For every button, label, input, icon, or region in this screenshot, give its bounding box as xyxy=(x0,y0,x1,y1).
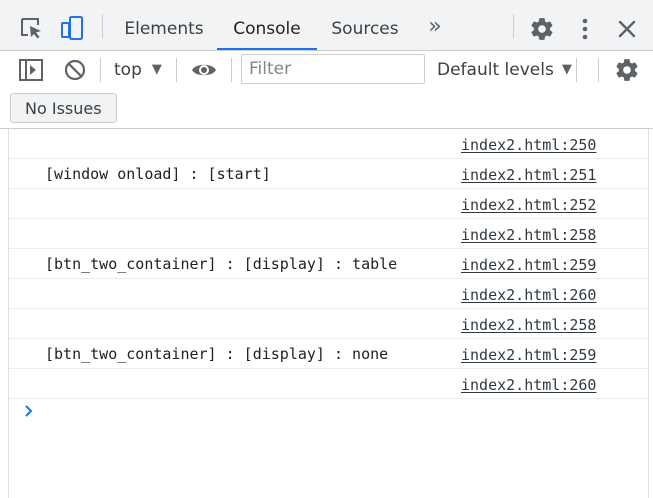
console-message: index2.html:258 xyxy=(9,309,648,339)
console-message: index2.html:258 xyxy=(9,219,648,249)
console-message-source-link[interactable]: index2.html:260 xyxy=(461,369,596,401)
console-prompt-chevron-icon[interactable] xyxy=(21,401,37,421)
close-icon[interactable] xyxy=(614,16,640,42)
console-message: index2.html:252 xyxy=(9,189,648,219)
device-toolbar-icon[interactable] xyxy=(58,14,86,42)
console-message-source-link[interactable]: index2.html:260 xyxy=(461,279,596,311)
console-message: index2.html:260 xyxy=(9,369,648,399)
more-tabs-icon[interactable]: » xyxy=(424,14,446,39)
console-message-source-link[interactable]: index2.html:251 xyxy=(461,159,596,191)
issues-bar: No Issues xyxy=(0,90,653,129)
inspect-element-icon[interactable] xyxy=(18,15,44,41)
show-sidebar-icon[interactable] xyxy=(18,58,44,82)
console-message: [window onload] : [start] index2.html:25… xyxy=(9,159,648,189)
clear-console-icon[interactable] xyxy=(63,58,87,82)
tabbar-divider xyxy=(513,14,514,38)
kebab-menu-icon[interactable] xyxy=(578,16,592,42)
active-tab-indicator xyxy=(217,48,317,50)
console-message-source-link[interactable]: index2.html:259 xyxy=(461,249,596,281)
eye-icon[interactable] xyxy=(190,58,218,82)
console-settings-gear-icon[interactable] xyxy=(614,57,640,83)
context-selector[interactable]: top ▼ xyxy=(114,57,162,83)
no-issues-button[interactable]: No Issues xyxy=(10,93,117,123)
console-message-text: [btn_two_container] : [display] : table xyxy=(45,255,398,273)
chevron-down-icon: ▼ xyxy=(151,62,162,77)
toolbar-divider xyxy=(598,58,599,82)
toolbar-divider xyxy=(176,58,177,82)
console-messages: index2.html:250 [window onload] : [start… xyxy=(8,129,649,498)
tabbar-divider xyxy=(102,14,103,38)
console-message-source-link[interactable]: index2.html:259 xyxy=(461,339,596,371)
console-message: [btn_two_container] : [display] : table … xyxy=(9,249,648,279)
toolbar-divider xyxy=(100,58,101,82)
toolbar-divider xyxy=(231,58,232,82)
chevron-down-icon: ▼ xyxy=(561,62,572,77)
tab-elements[interactable]: Elements xyxy=(116,0,212,50)
console-toolbar: top ▼ Default levels ▼ xyxy=(0,51,653,89)
log-levels-selector[interactable]: Default levels ▼ xyxy=(437,57,572,83)
log-levels-value: Default levels xyxy=(437,60,554,80)
console-message: [btn_two_container] : [display] : none i… xyxy=(9,339,648,369)
console-message: index2.html:260 xyxy=(9,279,648,309)
devtools-tabbar: Elements Console Sources » xyxy=(0,0,653,51)
console-message-source-link[interactable]: index2.html:258 xyxy=(461,309,596,341)
console-message-source-link[interactable]: index2.html:250 xyxy=(461,129,596,161)
devtools-panel: Elements Console Sources » top ▼ Filter … xyxy=(0,0,653,498)
tab-console[interactable]: Console xyxy=(219,0,315,50)
context-selector-value: top xyxy=(114,60,142,80)
tab-sources[interactable]: Sources xyxy=(322,0,408,50)
console-message: index2.html:250 xyxy=(9,129,648,159)
console-message-text: [btn_two_container] : [display] : none xyxy=(45,345,389,363)
gear-icon[interactable] xyxy=(529,16,555,42)
filter-input[interactable] xyxy=(241,54,425,84)
console-message-source-link[interactable]: index2.html:252 xyxy=(461,189,596,221)
toolbar-divider xyxy=(576,58,577,82)
console-message-text: [window onload] : [start] xyxy=(45,165,271,183)
console-message-source-link[interactable]: index2.html:258 xyxy=(461,219,596,251)
